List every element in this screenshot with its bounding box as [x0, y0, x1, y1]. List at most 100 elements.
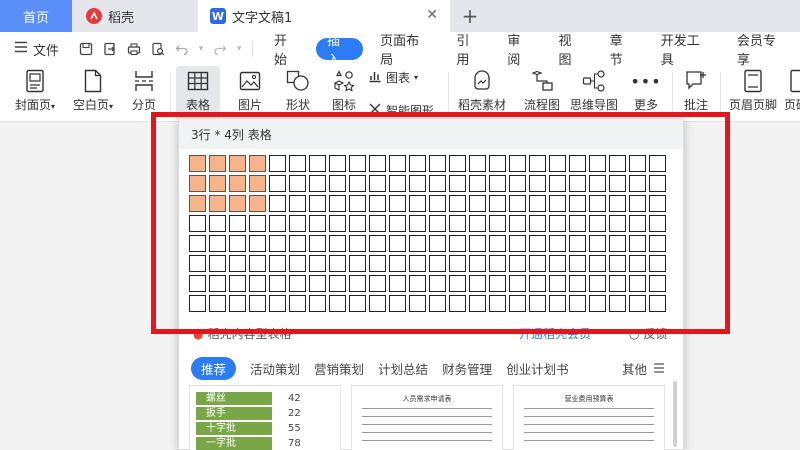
grid-cell[interactable]: [209, 175, 226, 192]
grid-cell[interactable]: [209, 235, 226, 252]
grid-cell[interactable]: [289, 235, 306, 252]
grid-cell[interactable]: [469, 275, 486, 292]
flowchart-button[interactable]: 流程图: [518, 66, 566, 112]
grid-cell[interactable]: [269, 275, 286, 292]
grid-cell[interactable]: [429, 155, 446, 172]
icon-library-button[interactable]: 图标: [324, 66, 364, 112]
grid-cell[interactable]: [449, 235, 466, 252]
open-member-link[interactable]: 开通稻壳会员: [519, 325, 591, 342]
grid-cell[interactable]: [449, 175, 466, 192]
grid-cell[interactable]: [609, 215, 626, 232]
grid-cell[interactable]: [589, 155, 606, 172]
menu-insert[interactable]: 插入: [316, 34, 364, 68]
grid-cell[interactable]: [609, 155, 626, 172]
grid-cell[interactable]: [569, 255, 586, 272]
grid-cell[interactable]: [229, 235, 246, 252]
grid-cell[interactable]: [589, 235, 606, 252]
grid-cell[interactable]: [569, 235, 586, 252]
grid-cell[interactable]: [229, 275, 246, 292]
grid-cell[interactable]: [269, 255, 286, 272]
grid-cell[interactable]: [349, 215, 366, 232]
grid-cell[interactable]: [189, 255, 206, 272]
grid-cell[interactable]: [409, 235, 426, 252]
undo-icon[interactable]: [172, 39, 192, 59]
grid-cell[interactable]: [349, 155, 366, 172]
grid-cell[interactable]: [509, 175, 526, 192]
grid-cell[interactable]: [609, 255, 626, 272]
grid-cell[interactable]: [349, 235, 366, 252]
template-thumbnail[interactable]: 人员需求申请表: [351, 385, 503, 450]
grid-cell[interactable]: [489, 195, 506, 212]
menu-start[interactable]: 开始: [261, 34, 312, 68]
grid-cell[interactable]: [329, 275, 346, 292]
category-plan-summary[interactable]: 计划总结: [378, 359, 428, 378]
grid-cell[interactable]: [629, 215, 646, 232]
grid-cell[interactable]: [429, 195, 446, 212]
dropdown-scrollbar[interactable]: [673, 381, 677, 447]
grid-cell[interactable]: [649, 195, 666, 212]
grid-cell[interactable]: [429, 275, 446, 292]
other-categories-button[interactable]: 其他: [622, 359, 665, 378]
grid-cell[interactable]: [189, 235, 206, 252]
tab-home[interactable]: 首页: [0, 0, 72, 32]
header-footer-button[interactable]: 页眉页脚: [726, 66, 780, 112]
grid-cell[interactable]: [369, 175, 386, 192]
grid-cell[interactable]: [409, 155, 426, 172]
grid-cell[interactable]: [229, 175, 246, 192]
grid-cell[interactable]: [389, 155, 406, 172]
grid-cell[interactable]: [429, 295, 446, 312]
grid-cell[interactable]: [569, 215, 586, 232]
grid-cell[interactable]: [509, 255, 526, 272]
grid-cell[interactable]: [249, 195, 266, 212]
grid-cell[interactable]: [409, 215, 426, 232]
grid-cell[interactable]: [309, 175, 326, 192]
grid-cell[interactable]: [349, 175, 366, 192]
grid-cell[interactable]: [609, 175, 626, 192]
cover-page-button[interactable]: 封面页▾: [10, 66, 60, 114]
grid-cell[interactable]: [569, 175, 586, 192]
grid-cell[interactable]: [629, 235, 646, 252]
grid-cell[interactable]: [469, 255, 486, 272]
print-preview-icon[interactable]: [148, 39, 168, 59]
grid-cell[interactable]: [349, 255, 366, 272]
grid-cell[interactable]: [369, 295, 386, 312]
grid-cell[interactable]: [429, 255, 446, 272]
grid-cell[interactable]: [469, 215, 486, 232]
grid-cell[interactable]: [489, 235, 506, 252]
grid-cell[interactable]: [389, 215, 406, 232]
grid-cell[interactable]: [329, 175, 346, 192]
export-pdf-icon[interactable]: [100, 39, 120, 59]
grid-cell[interactable]: [629, 295, 646, 312]
grid-cell[interactable]: [489, 215, 506, 232]
grid-cell[interactable]: [449, 295, 466, 312]
grid-cell[interactable]: [549, 235, 566, 252]
grid-cell[interactable]: [469, 195, 486, 212]
grid-cell[interactable]: [469, 235, 486, 252]
grid-cell[interactable]: [449, 215, 466, 232]
grid-cell[interactable]: [609, 195, 626, 212]
page-number-button[interactable]: 页码: [784, 66, 800, 112]
grid-cell[interactable]: [289, 195, 306, 212]
grid-cell[interactable]: [189, 215, 206, 232]
grid-cell[interactable]: [509, 195, 526, 212]
category-finance[interactable]: 财务管理: [442, 359, 492, 378]
grid-cell[interactable]: [209, 155, 226, 172]
grid-cell[interactable]: [549, 295, 566, 312]
grid-cell[interactable]: [269, 155, 286, 172]
grid-cell[interactable]: [209, 255, 226, 272]
grid-cell[interactable]: [269, 235, 286, 252]
grid-cell[interactable]: [589, 275, 606, 292]
grid-cell[interactable]: [649, 175, 666, 192]
grid-cell[interactable]: [209, 275, 226, 292]
grid-cell[interactable]: [449, 155, 466, 172]
grid-cell[interactable]: [589, 195, 606, 212]
more-button[interactable]: ••• 更多: [626, 66, 666, 113]
grid-cell[interactable]: [329, 215, 346, 232]
grid-cell[interactable]: [629, 175, 646, 192]
menu-references[interactable]: 引用: [443, 34, 494, 68]
grid-cell[interactable]: [629, 155, 646, 172]
grid-cell[interactable]: [189, 195, 206, 212]
category-marketing[interactable]: 营销策划: [314, 359, 364, 378]
menu-review[interactable]: 审阅: [494, 34, 545, 68]
grid-cell[interactable]: [529, 155, 546, 172]
